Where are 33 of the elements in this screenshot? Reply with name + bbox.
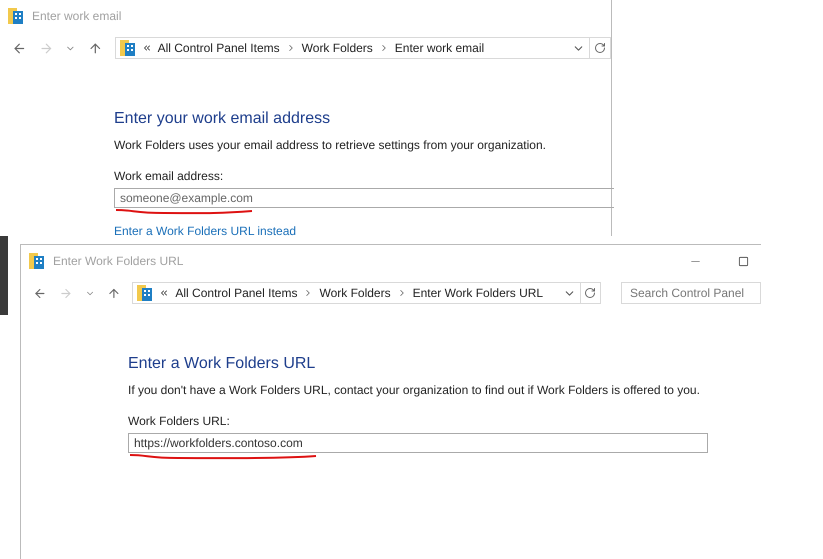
refresh-button[interactable] xyxy=(590,37,611,59)
window-title: Enter Work Folders URL xyxy=(53,253,184,270)
overflow-chevron-icon[interactable] xyxy=(159,288,170,298)
field-label: Work email address: xyxy=(114,168,224,185)
back-icon[interactable] xyxy=(12,40,27,56)
control-panel-icon xyxy=(29,252,45,270)
breadcrumb-item[interactable]: All Control Panel Items xyxy=(158,39,280,57)
url-field[interactable]: https://workfolders.contoso.com xyxy=(128,433,708,453)
address-bar[interactable]: All Control Panel Items Work Folders Enter work email xyxy=(114,37,590,59)
breadcrumb-item[interactable]: Enter work email xyxy=(394,39,484,57)
control-panel-icon xyxy=(137,284,154,302)
field-label: Work Folders URL: xyxy=(128,413,231,430)
description-text: Work Folders uses your email address to retrieve settings from your organization. xyxy=(114,137,547,154)
breadcrumb-item[interactable]: Work Folders xyxy=(319,284,391,302)
refresh-icon xyxy=(584,287,596,299)
breadcrumb-item[interactable]: Enter Work Folders URL xyxy=(412,284,544,302)
overflow-chevron-icon[interactable] xyxy=(142,43,152,53)
control-panel-icon xyxy=(8,7,24,25)
refresh-icon xyxy=(594,42,606,54)
page-heading: Enter a Work Folders URL xyxy=(128,354,316,374)
maximize-icon[interactable] xyxy=(738,256,749,266)
control-panel-icon xyxy=(120,39,136,57)
breadcrumb-item[interactable]: Work Folders xyxy=(302,39,373,57)
window-title: Enter work email xyxy=(32,8,122,25)
search-field[interactable]: Search Control Panel xyxy=(621,282,761,304)
url-field[interactable]: someone@example.com xyxy=(114,188,614,208)
up-icon[interactable] xyxy=(88,40,103,56)
breadcrumb-item[interactable]: All Control Panel Items xyxy=(175,284,298,302)
description-text: If you don't have a Work Folders URL, contact your organization to find out if Work Folders is offered to you. xyxy=(128,382,701,399)
page-heading: Enter your work email address xyxy=(114,109,332,129)
refresh-button[interactable] xyxy=(580,282,601,304)
address-bar[interactable]: All Control Panel Items Work Folders Enter Work Folders URL xyxy=(132,282,581,304)
url-link[interactable]: Enter a Work Folders URL instead xyxy=(114,222,611,240)
